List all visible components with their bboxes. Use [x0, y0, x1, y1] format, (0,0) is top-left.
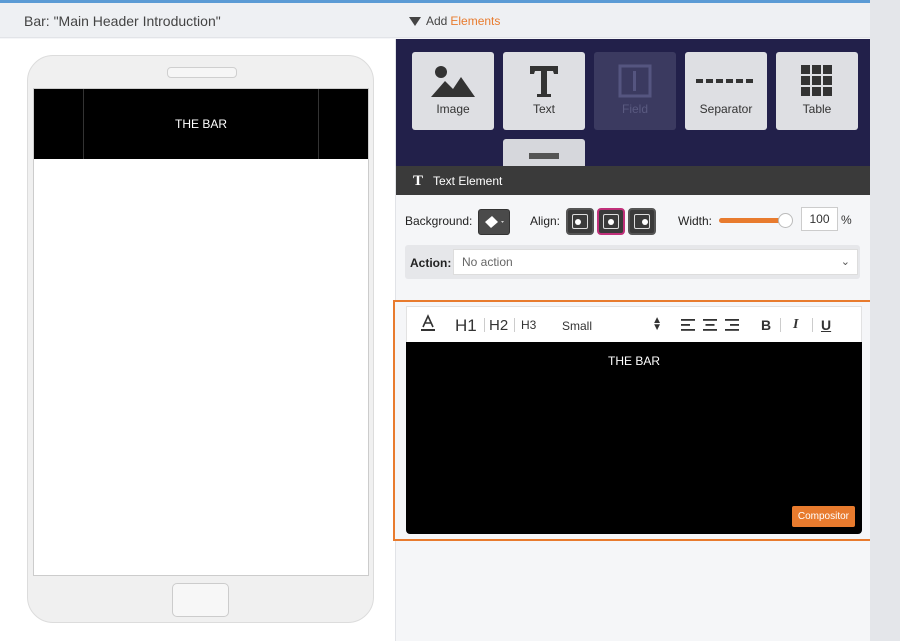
chevron-down-icon: ⌄ — [840, 256, 850, 268]
add-label: Add — [426, 14, 448, 28]
bold-button[interactable]: B — [761, 317, 771, 333]
elements-label: Elements — [450, 14, 501, 28]
bar-title: Bar: "Main Header Introduction" — [24, 13, 221, 29]
left-header: Bar: "Main Header Introduction" — [0, 3, 396, 38]
palette-tile-label: Text — [532, 102, 555, 116]
text-color-icon[interactable] — [421, 314, 435, 335]
action-label: Action: — [410, 256, 452, 270]
align-left-dot — [575, 218, 581, 225]
width-label: Width: — [678, 214, 713, 228]
editor-content-text[interactable]: THE BAR — [406, 354, 862, 368]
palette-tile-label: Separator — [699, 102, 753, 116]
text-element-header: T Text Element — [396, 166, 870, 195]
align-center-button[interactable] — [597, 208, 625, 235]
palette-text-tile[interactable]: Text — [503, 52, 585, 130]
phone-home-button — [172, 583, 229, 617]
element-palette: Image Text Field Separator Table — [396, 39, 870, 166]
action-select-value: No action — [462, 255, 513, 269]
action-row: Action: No action ⌄ — [405, 245, 860, 279]
palette-image-tile[interactable]: Image — [412, 52, 494, 130]
align-right-dot — [642, 218, 648, 225]
separator-icon — [696, 79, 753, 83]
toolbar-separator — [780, 318, 781, 332]
preview-pane: THE BAR — [0, 39, 396, 641]
palette-tile-label: Table — [802, 102, 832, 116]
compositor-button[interactable]: Compositor — [791, 506, 855, 527]
table-icon — [801, 65, 832, 96]
bar-left-column[interactable] — [34, 89, 84, 159]
text-element-title: Text Element — [433, 174, 503, 188]
palette-more-tile[interactable] — [503, 139, 585, 166]
width-slider-track[interactable] — [719, 218, 785, 223]
palette-tile-label: Image — [436, 102, 470, 116]
palette-field-tile: Field — [594, 52, 676, 130]
background-label: Background: — [405, 214, 473, 228]
app-window: Bar: "Main Header Introduction" Add Elem… — [0, 0, 873, 641]
triangle-down-icon — [409, 16, 421, 26]
right-header: Add Elements — [396, 3, 870, 38]
add-elements-toggle[interactable]: Add Elements — [409, 14, 500, 28]
font-size-select[interactable]: Small ▲ ▼ — [562, 315, 662, 334]
heading-1-button[interactable]: H1 — [455, 316, 477, 336]
palette-table-tile[interactable]: Table — [776, 52, 858, 130]
heading-3-button[interactable]: H3 — [521, 318, 536, 332]
align-label: Align: — [530, 214, 561, 228]
width-slider-thumb[interactable] — [778, 213, 793, 228]
background-picker[interactable] — [478, 209, 510, 235]
text-element-icon: T — [413, 173, 424, 189]
phone-screen: THE BAR — [33, 88, 369, 576]
palette-tile-label: Field — [621, 102, 648, 116]
toolbar-separator — [514, 318, 515, 332]
align-left-button[interactable] — [566, 208, 594, 235]
align-left-text-icon[interactable] — [681, 318, 695, 334]
editor-content-area[interactable]: THE BAR Compositor — [406, 342, 862, 534]
font-size-value: Small — [562, 319, 593, 333]
bar-right-column[interactable] — [318, 89, 368, 159]
action-select[interactable]: No action ⌄ — [453, 249, 858, 275]
palette-separator-tile[interactable]: Separator — [685, 52, 767, 130]
right-gutter — [870, 0, 900, 641]
rich-text-editor: H1 H2 H3 Small ▲ ▼ B I U THE BAR Composi… — [393, 300, 873, 541]
align-center-dot — [608, 218, 614, 225]
field-icon — [618, 64, 652, 98]
width-unit: % — [841, 213, 852, 227]
phone-frame: THE BAR — [27, 55, 374, 623]
heading-2-button[interactable]: H2 — [489, 317, 508, 334]
align-right-button[interactable] — [628, 208, 656, 235]
editor-toolbar: H1 H2 H3 Small ▲ ▼ B I U — [406, 306, 862, 342]
select-arrows-icon: ▲ ▼ — [652, 315, 662, 333]
text-icon — [530, 66, 558, 97]
paint-bucket-icon — [485, 216, 504, 228]
bar-preview-text[interactable]: THE BAR — [84, 117, 318, 131]
phone-speaker — [167, 67, 237, 78]
image-icon — [431, 66, 475, 97]
align-center-text-icon[interactable] — [703, 318, 717, 334]
italic-button[interactable]: I — [793, 317, 798, 333]
toolbar-separator — [812, 318, 813, 332]
toolbar-separator — [484, 318, 485, 332]
code-icon — [529, 153, 559, 159]
underline-button[interactable]: U — [821, 317, 831, 333]
bar-preview[interactable]: THE BAR — [34, 89, 368, 159]
align-right-text-icon[interactable] — [725, 318, 739, 334]
width-input[interactable]: 100 — [801, 207, 838, 231]
